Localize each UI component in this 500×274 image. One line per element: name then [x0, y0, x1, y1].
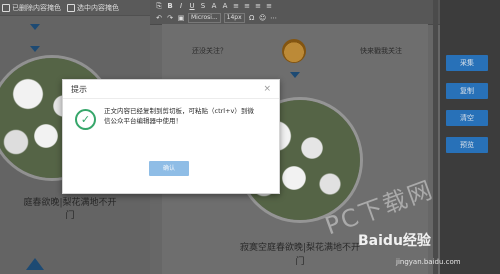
poem-line-end: 门 — [65, 211, 75, 221]
down-arrow-icon — [30, 46, 40, 52]
preview-button[interactable]: 预览 — [446, 137, 488, 153]
bold-button[interactable]: B — [166, 2, 174, 10]
clear-button[interactable]: 清空 — [446, 110, 488, 126]
poem-line: 庭春欲晚|梨花满地不开 — [23, 198, 117, 208]
italic-button[interactable]: I — [177, 2, 185, 10]
align-center-button[interactable]: ≡ — [243, 2, 251, 10]
banner-left-text: 还没关注？ — [192, 47, 227, 55]
selected-color-label: 选中内容掩色 — [77, 3, 119, 12]
up-arrow-icon — [26, 258, 44, 270]
emoji-button[interactable]: ☺ — [259, 14, 267, 22]
align-left-button[interactable]: ≡ — [232, 2, 240, 10]
strikethrough-button[interactable]: S — [199, 2, 207, 10]
copy-button[interactable]: 复制 — [446, 83, 488, 99]
toolbar-button[interactable]: ⎘ — [155, 2, 163, 10]
deleted-color-checkbox[interactable]: 已删除内容掩色 — [2, 3, 61, 13]
copy-success-dialog: 提示 × ✓ 正文内容已经复制到剪切板，可粘贴（ctrl+v）到微 信公众平台编… — [62, 79, 280, 194]
mascot-icon — [281, 39, 306, 63]
dialog-header: 提示 × — [63, 80, 279, 99]
editor-scrollbar[interactable] — [433, 0, 438, 274]
collect-button[interactable]: 采集 — [446, 55, 488, 71]
deleted-color-label: 已删除内容掩色 — [12, 3, 61, 12]
font-family-select[interactable]: Microsi... — [188, 13, 221, 23]
baidu-watermark: Baidu经验 — [358, 233, 431, 249]
font-size-select[interactable]: 14px — [223, 13, 245, 23]
dialog-message-line2: 信公众平台编辑器中使用！ — [104, 117, 182, 125]
dialog-message-line1: 正文内容已经复制到剪切板，可粘贴（ctrl+v）到微 — [104, 107, 254, 115]
toolbar-row-2: ↶ ↷ ▣ Microsi... 14px Ω ☺ ⋯ — [155, 13, 278, 23]
banner-right-text: 快来戳我关注 — [360, 47, 402, 55]
left-options-bar: 已删除内容掩色 选中内容掩色 — [0, 0, 150, 16]
toolbar-row-1: ⎘ B I U S A A ≡ ≡ ≡ ≡ — [155, 2, 273, 10]
follow-banner: 还没关注？ 快来戳我关注 — [192, 36, 402, 66]
bg-color-button[interactable]: A — [221, 2, 229, 10]
underline-button[interactable]: U — [188, 2, 196, 10]
close-icon[interactable]: × — [263, 84, 271, 94]
undo-button[interactable]: ↶ — [155, 14, 163, 22]
down-arrow-icon — [290, 72, 300, 78]
dialog-body: ✓ 正文内容已经复制到剪切板，可粘贴（ctrl+v）到微 信公众平台编辑器中使用… — [75, 106, 270, 142]
checkbox-box[interactable] — [2, 3, 10, 12]
editor-toolbar: ⎘ B I U S A A ≡ ≡ ≡ ≡ ↶ ↷ ▣ Microsi... 1… — [150, 0, 440, 25]
redo-button[interactable]: ↷ — [166, 14, 174, 22]
more-button[interactable]: ⋯ — [270, 14, 278, 22]
dialog-title: 提示 — [71, 84, 87, 94]
justify-button[interactable]: ≡ — [265, 2, 273, 10]
special-char-button[interactable]: Ω — [248, 14, 256, 22]
poem-line-end: 门 — [295, 257, 305, 267]
ok-button[interactable]: 确认 — [149, 161, 189, 176]
font-color-button[interactable]: A — [210, 2, 218, 10]
baidu-site-watermark: jingyan.baidu.com — [396, 258, 461, 266]
dialog-message: 正文内容已经复制到剪切板，可粘贴（ctrl+v）到微 信公众平台编辑器中使用！ — [104, 106, 254, 126]
selected-color-checkbox[interactable]: 选中内容掩色 — [67, 3, 119, 13]
checkbox-box[interactable] — [67, 3, 75, 12]
image-button[interactable]: ▣ — [177, 14, 185, 22]
down-arrow-icon — [30, 24, 40, 30]
align-right-button[interactable]: ≡ — [254, 2, 262, 10]
right-action-panel: 采集 复制 清空 预览 — [440, 0, 500, 274]
check-circle-icon: ✓ — [75, 109, 96, 130]
